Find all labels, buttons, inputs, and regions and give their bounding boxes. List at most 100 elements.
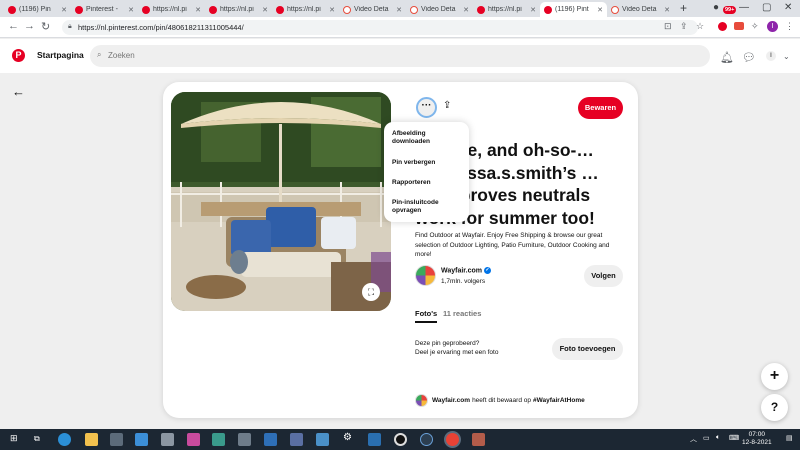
browser-tab[interactable]: Video Deta ✕ [607, 2, 674, 17]
tab-search-icon[interactable]: ● [713, 2, 719, 13]
save-button[interactable]: Bewaren [578, 97, 623, 119]
app-icon-8[interactable] [420, 433, 433, 446]
creator-name-row[interactable]: Wayfair.com ✓ [441, 267, 491, 274]
browser-menu-icon[interactable]: ⋮ [785, 21, 794, 32]
browser-tab[interactable]: https://nl.pi ✕ [272, 2, 339, 17]
tab-close-icon[interactable]: ✕ [262, 6, 268, 14]
creator-name[interactable]: Wayfair.com [441, 267, 482, 274]
tab-close-icon[interactable]: ✕ [128, 6, 134, 14]
app-icon-4[interactable] [238, 433, 251, 446]
tab-close-icon[interactable]: ✕ [463, 6, 469, 14]
minimize-window-icon[interactable]: — [739, 2, 749, 13]
menu-item-download-image[interactable]: Afbeelding downloaden [392, 130, 464, 146]
mail-icon[interactable] [135, 433, 148, 446]
notification-center-icon[interactable]: ▤ [786, 434, 793, 442]
help-button[interactable]: ? [761, 394, 788, 421]
chrome-icon[interactable] [446, 433, 459, 446]
add-photo-button[interactable]: Foto toevoegen [552, 338, 623, 360]
browser-tab-strip: (1196) Pin ✕ Pinterest - ✕ https://nl.pi ✕ htt… [0, 0, 800, 17]
creator-avatar[interactable] [415, 265, 436, 286]
browser-tab[interactable]: Video Deta ✕ [339, 2, 406, 17]
app-icon-5[interactable] [290, 433, 303, 446]
browser-tab[interactable]: Video Deta ✕ [406, 2, 473, 17]
user-avatar[interactable]: I [766, 51, 776, 61]
volume-icon[interactable]: 🔈︎ [716, 434, 720, 442]
menu-item-embed-code[interactable]: Pin-insluitcode opvragen [392, 199, 464, 215]
app-icon-2[interactable] [187, 433, 200, 446]
address-url: https://nl.pinterest.com/pin/48061821131… [78, 23, 244, 32]
video-icon [410, 5, 418, 14]
app-icon-7[interactable] [368, 433, 381, 446]
pinterest-extension-icon[interactable] [718, 22, 727, 31]
install-app-icon[interactable]: ⊡ [664, 21, 672, 32]
tab-comments[interactable]: 11 reacties [443, 309, 481, 318]
tab-close-icon[interactable]: ✕ [597, 6, 603, 14]
browser-tab-label: Video Deta [354, 6, 389, 13]
tab-close-icon[interactable]: ✕ [195, 6, 201, 14]
back-icon[interactable]: ← [8, 20, 19, 32]
back-arrow-icon[interactable]: ← [12, 84, 25, 99]
close-window-icon[interactable]: ✕ [784, 2, 792, 13]
search-placeholder: Zoeken [108, 51, 135, 60]
account-chevron-down-icon[interactable]: ⌄ [783, 52, 790, 61]
tab-close-icon[interactable]: ✕ [396, 6, 402, 14]
more-options-button[interactable]: ··· [416, 97, 437, 118]
browser-tab[interactable]: Pinterest - ✕ [71, 2, 138, 17]
tab-photos[interactable]: Foto's [415, 309, 438, 323]
video-icon [343, 5, 351, 14]
saved-by-board[interactable]: #WayfairAtHome [533, 397, 585, 404]
new-tab-icon[interactable]: + [680, 1, 687, 15]
browser-tab[interactable]: (1196) Pin ✕ [4, 2, 71, 17]
messages-icon[interactable]: 💬︎ [742, 51, 756, 64]
settings-gear-icon[interactable]: ⚙ [343, 432, 352, 443]
search-input[interactable]: ⌕ Zoeken [90, 45, 710, 67]
share-page-icon[interactable]: ⇪ [680, 21, 688, 32]
browser-tab[interactable]: https://nl.pi ✕ [473, 2, 540, 17]
app-icon-3[interactable] [212, 433, 225, 446]
task-view-icon[interactable]: ⧉ [34, 434, 40, 444]
forward-icon[interactable]: → [24, 20, 35, 32]
bookmark-star-icon[interactable]: ☆ [696, 21, 704, 32]
follow-button[interactable]: Volgen [584, 265, 623, 287]
language-icon[interactable]: ⌨ [729, 434, 739, 442]
browser-profile-avatar[interactable]: I [767, 21, 778, 32]
notifications-bell-icon[interactable]: 🔔︎ [720, 51, 734, 64]
system-clock[interactable]: 07:00 12-8-2021 [742, 431, 772, 447]
app-icon-6[interactable] [316, 433, 329, 446]
home-link[interactable]: Startpagina [37, 50, 84, 60]
saved-by-name[interactable]: Wayfair.com [432, 397, 470, 404]
maximize-window-icon[interactable]: ▢ [762, 2, 771, 13]
file-explorer-icon[interactable] [85, 433, 98, 446]
menu-item-hide-pin[interactable]: Pin verbergen [392, 159, 464, 167]
tab-close-icon[interactable]: ✕ [664, 6, 670, 14]
extensions-icon[interactable]: ✧ [751, 21, 759, 32]
share-icon[interactable]: ⇪ [443, 100, 451, 111]
saved-by-avatar[interactable] [415, 394, 428, 407]
visual-search-icon[interactable]: ⛶ [362, 283, 380, 301]
app-icon-1[interactable] [161, 433, 174, 446]
browser-tab[interactable]: https://nl.pi ✕ [205, 2, 272, 17]
tab-close-icon[interactable]: ✕ [61, 6, 67, 14]
pinterest-logo-icon[interactable]: P [12, 49, 25, 62]
browser-tab[interactable]: https://nl.pi ✕ [138, 2, 205, 17]
menu-item-report[interactable]: Rapporteren [392, 179, 464, 187]
pinterest-icon [8, 5, 16, 14]
address-bar[interactable]: 🔒︎ https://nl.pinterest.com/pin/48061821… [62, 20, 698, 35]
browser-tab[interactable]: (1196) Pint ✕ [540, 2, 607, 17]
pinterest-icon [142, 5, 150, 14]
windows-start-icon[interactable]: ⊞ [10, 433, 18, 444]
network-icon[interactable]: ▭ [703, 434, 710, 442]
record-icon[interactable] [394, 433, 407, 446]
store-icon[interactable] [110, 433, 123, 446]
app-icon-9[interactable] [472, 433, 485, 446]
tab-close-icon[interactable]: ✕ [329, 6, 335, 14]
create-pin-button[interactable]: + [761, 363, 788, 390]
tray-chevron-up-icon[interactable]: ︿ [690, 434, 697, 444]
browser-tab-label: Video Deta [421, 6, 456, 13]
video-extension-icon[interactable] [734, 22, 744, 30]
edge-icon[interactable] [58, 433, 71, 446]
photos-icon[interactable] [264, 433, 277, 446]
pin-image[interactable] [171, 92, 391, 311]
tab-close-icon[interactable]: ✕ [530, 6, 536, 14]
reload-icon[interactable]: ↻ [41, 20, 50, 33]
